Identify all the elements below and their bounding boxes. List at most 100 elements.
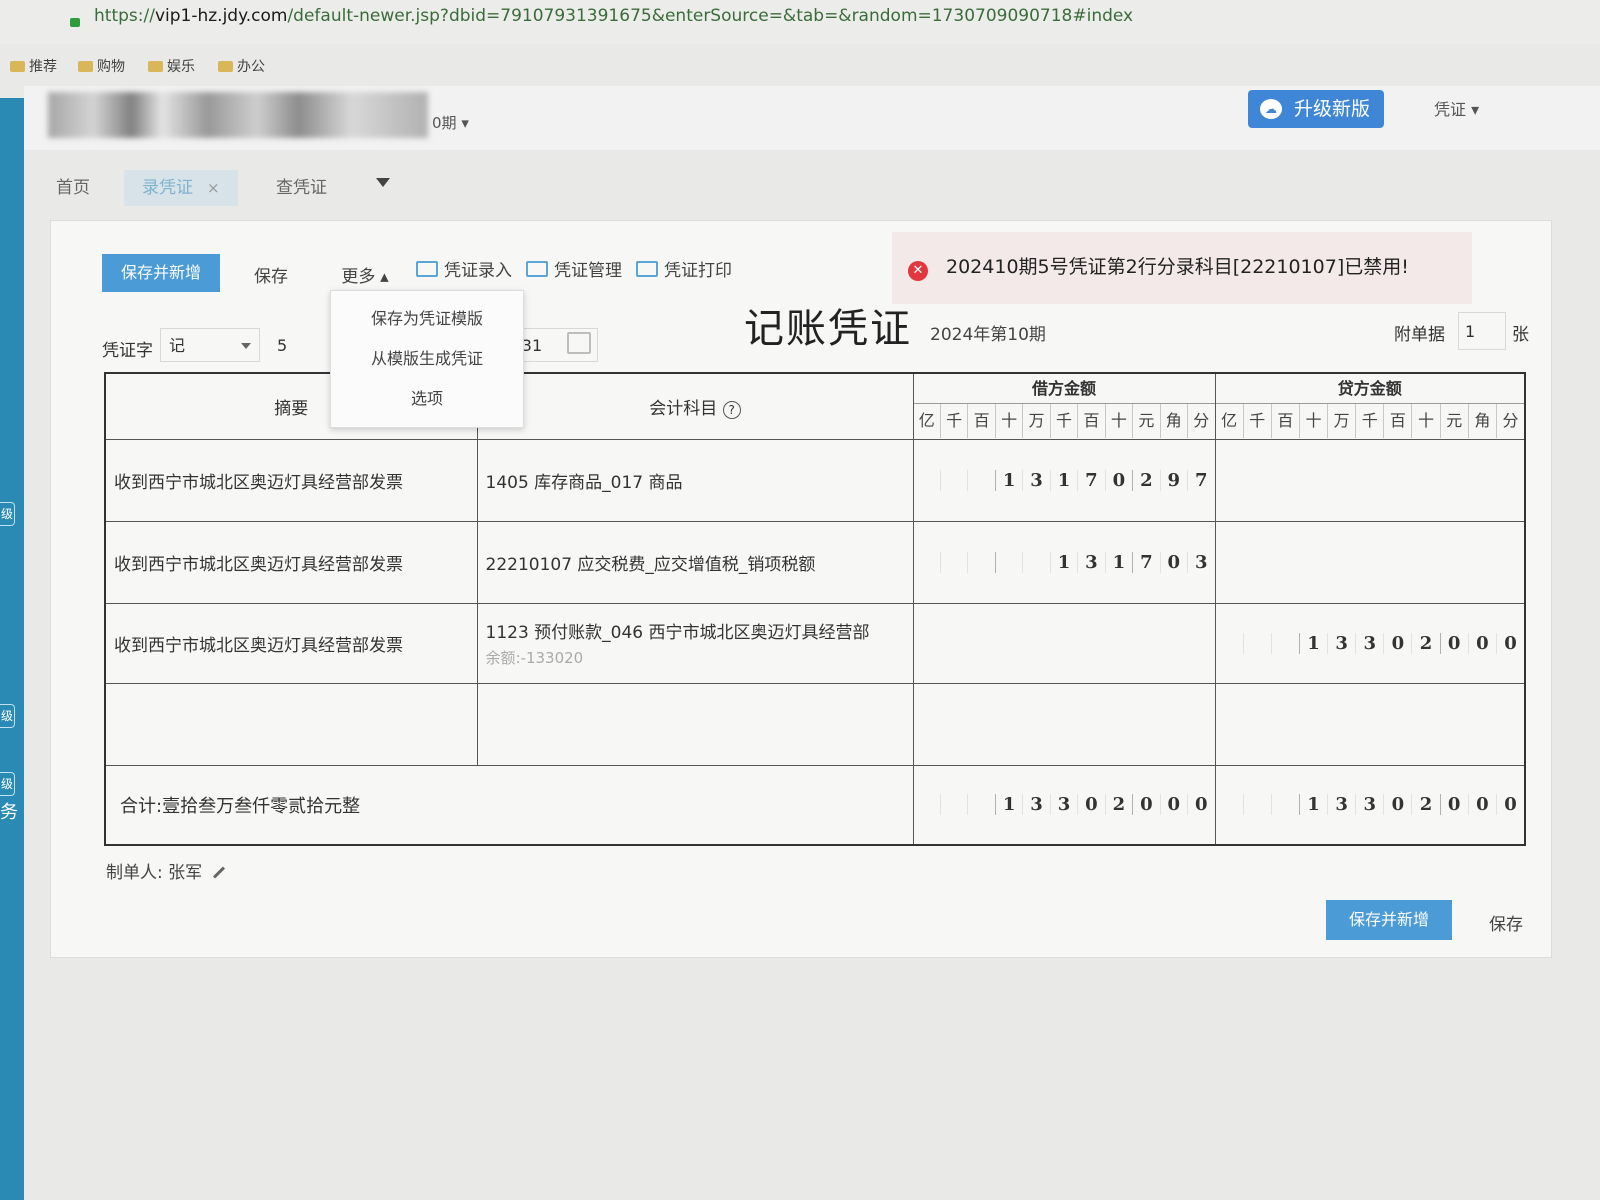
amount-digit: 0 [1439,794,1468,816]
bookmark-recommend[interactable]: 推荐 [10,56,57,76]
bookmark-entertainment[interactable]: 娱乐 [148,56,195,76]
calendar-icon[interactable] [567,332,591,354]
debit-cell[interactable]: 131703 [912,520,1216,604]
table-header-row: 摘要 会计科目 ? 借方金额 亿千百十万千百十元角分 贷方金额 亿千百十万千百十… [104,372,1526,440]
edit-pencil-icon[interactable] [213,866,226,879]
voucher-manage-link[interactable]: 凭证管理 [526,256,622,281]
url-text[interactable]: https://vip1-hz.jdy.com/default-newer.js… [94,6,1133,26]
folder-icon [10,61,25,72]
table-row[interactable] [104,682,1526,766]
credit-cell[interactable] [1214,682,1526,766]
debit-cell[interactable] [912,682,1216,766]
amount-digit: 1 [1104,551,1132,573]
table-row[interactable]: 收到西宁市城北区奥迈灯具经营部发票 1123 预付账款_046 西宁市城北区奥迈灯… [104,602,1526,684]
digit-unit-label: 角 [1467,403,1496,438]
amount-digit [939,469,967,491]
summary-cell[interactable] [104,682,478,766]
tab-home[interactable]: 首页 [56,170,90,206]
credit-cell[interactable] [1214,438,1526,522]
credit-header-label: 贷方金额 [1215,375,1524,404]
bookmark-shopping[interactable]: 购物 [78,56,125,76]
digit-unit-label: 百 [1383,403,1411,438]
menu-item-save-template[interactable]: 保存为凭证模版 [331,299,523,339]
summary-cell[interactable]: 收到西宁市城北区奥迈灯具经营部发票 [104,602,478,684]
voucher-menu[interactable]: 凭证 ▾ [1434,96,1479,120]
amount-digit: 1 [994,469,1022,491]
amount-digit: 2 [1132,469,1159,491]
help-icon[interactable]: ? [722,400,741,419]
amount-digit: 3 [1327,632,1355,654]
browser-url-bar[interactable]: https://vip1-hz.jdy.com/default-newer.js… [0,0,1600,44]
summary-cell[interactable]: 收到西宁市城北区奥迈灯具经营部发票 [104,438,478,522]
account-cell[interactable]: 22210107 应交税费_应交增值税_销项税额 [476,520,914,604]
amount-digit: 0 [1077,794,1104,816]
voucher-entry-link[interactable]: 凭证录入 [416,256,512,281]
voucher-print-link[interactable]: 凭证打印 [636,256,732,281]
close-icon[interactable]: × [207,179,220,197]
amount-digit [1216,794,1243,815]
amount-digit: 3 [1327,794,1355,816]
account-cell[interactable]: 1123 预付账款_046 西宁市城北区奥迈灯具经营部 余额:-133020 [476,602,914,684]
amount-digit: 3 [1355,794,1383,816]
attachment-count-input[interactable]: 1 [1458,312,1506,350]
credit-cell[interactable] [1214,520,1526,604]
tab-enter-voucher[interactable]: 录凭证 × [124,170,238,206]
bottom-save-button[interactable]: 保存 [1476,904,1536,940]
amount-digit: 9 [1159,469,1187,491]
tab-dropdown-icon[interactable] [376,178,390,187]
sidebar-label[interactable]: 级 [0,502,15,526]
tab-query-voucher[interactable]: 查凭证 [276,170,327,206]
table-row[interactable]: 收到西宁市城北区奥迈灯具经营部发票 22210107 应交税费_应交增值税_销项税… [104,520,1526,604]
voucher-word-select[interactable]: 记 [160,328,260,362]
credit-digit-units: 亿千百十万千百十元角分 [1216,403,1525,438]
error-alert: ✕ 202410期5号凭证第2行分录科目[22210107]已禁用! [892,232,1472,304]
amount-digit: 1 [1049,551,1077,573]
summary-text: 收到西宁市城北区奥迈灯具经营部发票 [114,635,403,656]
total-debit-amount: 13302000 [914,794,1215,816]
sidebar-label[interactable]: 级 [0,772,15,796]
debit-cell[interactable] [912,602,1216,684]
video-icon [636,261,658,277]
save-button[interactable]: 保存 [236,256,306,292]
amount-digit: 7 [1187,469,1214,491]
amount-digit: 3 [1049,794,1077,816]
upgrade-button[interactable]: ☁ 升级新版 [1248,90,1384,128]
digit-unit-label: 角 [1159,403,1187,438]
summary-cell[interactable]: 收到西宁市城北区奥迈灯具经营部发票 [104,520,478,604]
account-cell[interactable] [476,682,914,766]
table-row[interactable]: 收到西宁市城北区奥迈灯具经营部发票 1405 库存商品_017 商品 1 3 1 7 0 2 9… [104,438,1526,522]
digit-unit-label: 亿 [1221,410,1238,430]
debit-amount: 13170297 [914,469,1215,491]
amount-digit: 2 [1411,632,1439,654]
folder-icon [148,61,163,72]
account-text: 22210107 应交税费_应交增值税_销项税额 [485,554,816,575]
account-text: 1123 预付账款_046 西宁市城北区奥迈灯具经营部 [485,623,870,643]
bottom-save-and-new-button[interactable]: 保存并新增 [1326,900,1452,940]
amount-digit: 1 [1298,794,1327,816]
voucher-table: 摘要 会计科目 ? 借方金额 亿千百十万千百十元角分 贷方金额 亿千百十万千百十… [104,372,1526,846]
debit-amount: 131703 [914,551,1215,573]
save-and-new-button[interactable]: 保存并新增 [102,254,220,292]
debit-cell[interactable]: 13170297 [912,438,1216,522]
amount-digit: 0 [1159,794,1187,816]
menu-item-options[interactable]: 选项 [331,379,523,419]
amount-digit: 7 [1077,469,1104,491]
error-icon: ✕ [908,261,928,281]
digit-unit-label: 万 [1327,403,1355,438]
digit-unit-label: 百 [1270,403,1299,438]
attachment-unit: 张 [1512,325,1529,345]
account-cell[interactable]: 1405 库存商品_017 商品 [476,438,914,522]
amount-digit: 3 [1022,794,1049,816]
digit-unit-label: 亿 [918,410,935,430]
more-button[interactable]: 更多 ▴ [330,256,400,292]
menu-item-from-template[interactable]: 从模版生成凭证 [331,339,523,379]
period-label: 2024年第10期 [930,325,1046,345]
credit-cell[interactable]: 13302000 [1214,602,1526,684]
voucher-number-input[interactable]: 5 [268,328,328,362]
bookmarks-bar: 推荐 购物 娱乐 办公 [0,50,1600,80]
bookmark-office[interactable]: 办公 [218,56,265,76]
lock-icon [70,18,80,27]
sidebar-label[interactable]: 级 [0,704,15,728]
amount-digit: 1 [1298,632,1327,654]
period-selector[interactable]: 0期 ▾ [432,112,469,133]
